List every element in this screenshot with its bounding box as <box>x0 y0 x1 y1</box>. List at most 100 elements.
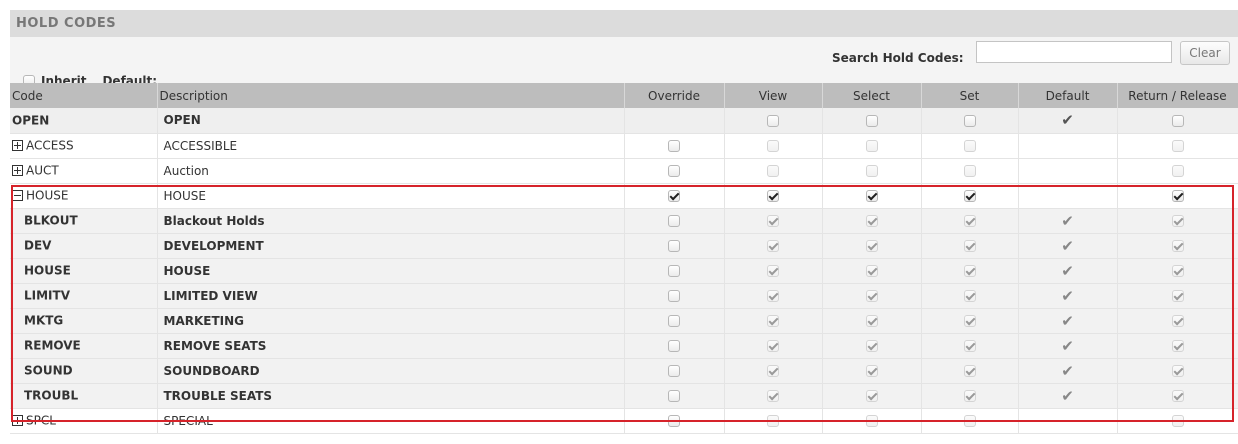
code-text: SOUND <box>24 363 73 378</box>
set-cell <box>921 283 1019 309</box>
column-header-code[interactable]: Code <box>10 83 158 108</box>
select-checkbox[interactable] <box>865 340 878 352</box>
column-header-select[interactable]: Select <box>822 83 922 108</box>
column-header-description[interactable]: Description <box>157 83 625 108</box>
set-checkbox[interactable] <box>963 190 976 202</box>
select-checkbox[interactable] <box>865 215 878 227</box>
code-text: TROUBL <box>24 388 79 403</box>
override-checkbox[interactable] <box>668 190 680 202</box>
override-checkbox[interactable] <box>668 315 680 327</box>
view-cell <box>724 158 823 184</box>
set-checkbox[interactable] <box>963 140 976 152</box>
code-text: LIMITV <box>24 288 70 303</box>
return-release-checkbox[interactable] <box>1171 265 1184 277</box>
select-checkbox[interactable] <box>865 315 878 327</box>
table-row: MKTG MARKETING ✔ <box>10 308 1238 334</box>
column-header-return-release[interactable]: Return / Release <box>1117 83 1238 108</box>
select-checkbox[interactable] <box>865 114 878 127</box>
select-cell <box>822 383 922 409</box>
expand-icon[interactable] <box>12 165 23 177</box>
expand-icon[interactable] <box>12 415 23 427</box>
view-checkbox[interactable] <box>767 140 779 152</box>
override-checkbox[interactable] <box>668 215 680 227</box>
set-checkbox[interactable] <box>963 340 976 352</box>
override-cell <box>624 158 725 184</box>
override-checkbox[interactable] <box>668 265 680 277</box>
view-checkbox[interactable] <box>767 165 779 177</box>
select-checkbox[interactable] <box>865 390 878 402</box>
select-checkbox[interactable] <box>865 140 878 152</box>
set-checkbox[interactable] <box>963 215 976 227</box>
set-checkbox[interactable] <box>963 365 976 377</box>
search-label: Search Hold Codes: <box>832 51 964 65</box>
select-checkbox[interactable] <box>865 290 878 302</box>
select-checkbox[interactable] <box>865 265 878 277</box>
return-release-checkbox[interactable] <box>1171 340 1184 352</box>
column-header-override[interactable]: Override <box>624 83 725 108</box>
view-checkbox[interactable] <box>767 390 779 402</box>
collapse-icon[interactable] <box>12 190 23 202</box>
override-checkbox[interactable] <box>668 240 680 252</box>
select-cell <box>822 233 922 259</box>
return-release-checkbox[interactable] <box>1171 365 1184 377</box>
return-release-checkbox[interactable] <box>1171 315 1184 327</box>
expand-icon[interactable] <box>12 140 23 152</box>
view-checkbox[interactable] <box>767 265 779 277</box>
column-header-view[interactable]: View <box>724 83 823 108</box>
select-cell <box>822 358 922 384</box>
view-cell <box>724 283 823 309</box>
code-cell: REMOVE <box>10 333 158 359</box>
view-checkbox[interactable] <box>767 190 779 202</box>
select-checkbox[interactable] <box>865 190 878 202</box>
override-cell <box>624 108 725 134</box>
code-cell: HOUSE <box>10 258 158 284</box>
view-checkbox[interactable] <box>767 240 779 252</box>
select-checkbox[interactable] <box>865 365 878 377</box>
column-header-default[interactable]: Default <box>1018 83 1118 108</box>
view-checkbox[interactable] <box>767 114 779 127</box>
override-checkbox[interactable] <box>668 165 680 177</box>
default-check-icon: ✔ <box>1061 386 1074 405</box>
code-text: ACCESS <box>26 138 74 153</box>
select-checkbox[interactable] <box>865 415 878 427</box>
return-release-checkbox[interactable] <box>1171 114 1184 127</box>
set-checkbox[interactable] <box>963 315 976 327</box>
return-release-checkbox[interactable] <box>1171 165 1184 177</box>
set-checkbox[interactable] <box>963 114 976 127</box>
override-checkbox[interactable] <box>668 415 680 427</box>
column-header-set[interactable]: Set <box>921 83 1019 108</box>
view-checkbox[interactable] <box>767 365 779 377</box>
set-cell <box>921 233 1019 259</box>
set-checkbox[interactable] <box>963 165 976 177</box>
override-checkbox[interactable] <box>668 140 680 152</box>
search-input[interactable] <box>976 41 1172 63</box>
set-checkbox[interactable] <box>963 415 976 427</box>
view-checkbox[interactable] <box>767 215 779 227</box>
select-checkbox[interactable] <box>865 240 878 252</box>
default-cell <box>1018 408 1118 434</box>
clear-button[interactable]: Clear <box>1180 41 1230 65</box>
return-release-checkbox[interactable] <box>1171 215 1184 227</box>
select-checkbox[interactable] <box>865 165 878 177</box>
return-release-checkbox[interactable] <box>1171 140 1184 152</box>
return-release-checkbox[interactable] <box>1171 290 1184 302</box>
set-checkbox[interactable] <box>963 390 976 402</box>
view-checkbox[interactable] <box>767 315 779 327</box>
view-checkbox[interactable] <box>767 290 779 302</box>
set-checkbox[interactable] <box>963 240 976 252</box>
code-cell: AUCT <box>10 158 158 184</box>
view-cell <box>724 333 823 359</box>
view-checkbox[interactable] <box>767 340 779 352</box>
description-cell: DEVELOPMENT <box>157 233 625 259</box>
view-checkbox[interactable] <box>767 415 779 427</box>
set-checkbox[interactable] <box>963 265 976 277</box>
override-checkbox[interactable] <box>668 390 680 402</box>
override-checkbox[interactable] <box>668 365 680 377</box>
override-checkbox[interactable] <box>668 340 680 352</box>
return-release-checkbox[interactable] <box>1171 190 1184 202</box>
set-checkbox[interactable] <box>963 290 976 302</box>
return-release-checkbox[interactable] <box>1171 415 1184 427</box>
return-release-checkbox[interactable] <box>1171 390 1184 402</box>
override-checkbox[interactable] <box>668 290 680 302</box>
return-release-checkbox[interactable] <box>1171 240 1184 252</box>
